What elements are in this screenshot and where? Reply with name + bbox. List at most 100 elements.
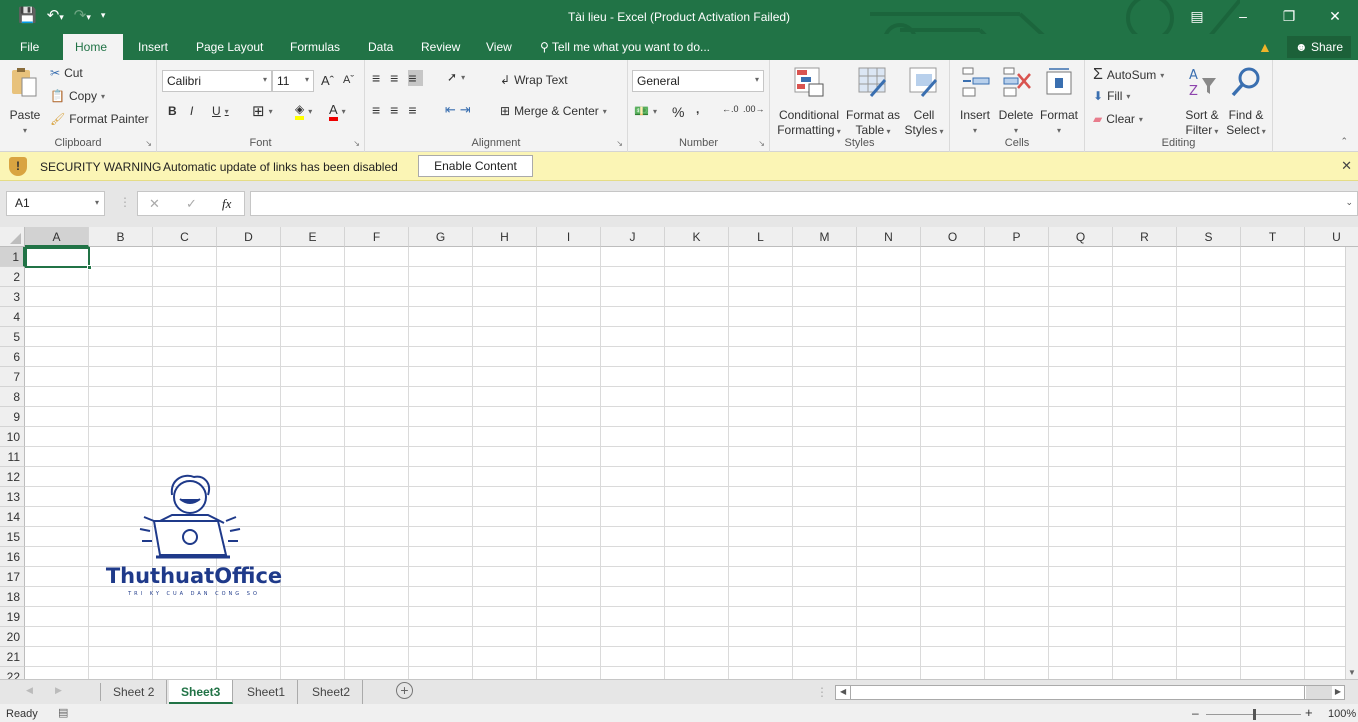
tab-formulas[interactable]: Formulas bbox=[280, 34, 350, 60]
italic-button[interactable]: I bbox=[190, 104, 193, 118]
tab-splitter[interactable]: ⋮ bbox=[816, 685, 828, 699]
tab-review[interactable]: Review bbox=[411, 34, 470, 60]
number-format-dropdown[interactable]: General ▾ bbox=[632, 70, 764, 92]
column-header-f[interactable]: F bbox=[345, 227, 409, 247]
minimize-button[interactable]: – bbox=[1220, 0, 1266, 32]
percent-button[interactable]: % bbox=[672, 104, 684, 120]
font-name-dropdown[interactable]: Calibri ▾ bbox=[162, 70, 272, 92]
orientation-button[interactable]: ➚ ▾ bbox=[447, 70, 465, 84]
column-header-d[interactable]: D bbox=[217, 227, 281, 247]
fill-button[interactable]: ⬇ Fill ▾ bbox=[1093, 89, 1130, 103]
dialog-launcher-icon[interactable]: ↘ bbox=[145, 139, 152, 148]
enter-icon[interactable]: ✓ bbox=[186, 196, 197, 212]
wrap-text-button[interactable]: ↲ Wrap Text bbox=[500, 73, 568, 87]
scroll-sheets-left-icon[interactable]: ◀ bbox=[26, 685, 33, 696]
row-header-12[interactable]: 12 bbox=[0, 467, 25, 487]
column-header-c[interactable]: C bbox=[153, 227, 217, 247]
format-as-table-button[interactable]: Format as Table ▾ bbox=[844, 66, 902, 139]
zoom-out-button[interactable]: – bbox=[1192, 706, 1199, 720]
column-header-u[interactable]: U bbox=[1305, 227, 1358, 247]
row-header-16[interactable]: 16 bbox=[0, 547, 25, 567]
column-header-n[interactable]: N bbox=[857, 227, 921, 247]
column-header-s[interactable]: S bbox=[1177, 227, 1241, 247]
column-header-j[interactable]: J bbox=[601, 227, 665, 247]
row-header-22[interactable]: 22 bbox=[0, 667, 25, 679]
column-header-h[interactable]: H bbox=[473, 227, 537, 247]
fill-color-button[interactable]: ◈ ▾ bbox=[295, 102, 312, 120]
row-header-19[interactable]: 19 bbox=[0, 607, 25, 627]
row-header-2[interactable]: 2 bbox=[0, 267, 25, 287]
dialog-launcher-icon[interactable]: ↘ bbox=[616, 139, 623, 148]
indent-buttons[interactable]: ⇤ ⇥ bbox=[445, 102, 471, 118]
column-header-l[interactable]: L bbox=[729, 227, 793, 247]
warning-icon[interactable]: ▲ bbox=[1258, 39, 1272, 55]
tab-data[interactable]: Data bbox=[358, 34, 403, 60]
tab-insert[interactable]: Insert bbox=[128, 34, 178, 60]
column-header-p[interactable]: P bbox=[985, 227, 1049, 247]
insert-function-icon[interactable]: fx bbox=[222, 196, 231, 212]
increase-font-size-button[interactable]: Aˆ bbox=[321, 73, 334, 88]
vertical-scrollbar[interactable]: ▲ ▼ bbox=[1345, 227, 1358, 679]
horizontal-scroll-thumb[interactable] bbox=[850, 686, 1305, 699]
column-header-q[interactable]: Q bbox=[1049, 227, 1113, 247]
column-header-m[interactable]: M bbox=[793, 227, 857, 247]
decrease-font-size-button[interactable]: Aˇ bbox=[343, 74, 354, 86]
zoom-level[interactable]: 100% bbox=[1328, 708, 1356, 720]
name-box[interactable]: A1 ▾ bbox=[6, 191, 105, 216]
cell-styles-button[interactable]: Cell Styles ▾ bbox=[902, 66, 946, 139]
row-header-5[interactable]: 5 bbox=[0, 327, 25, 347]
new-sheet-button[interactable]: + bbox=[396, 682, 413, 699]
row-header-11[interactable]: 11 bbox=[0, 447, 25, 467]
autosum-button[interactable]: Σ AutoSum ▾ bbox=[1093, 66, 1164, 84]
expand-formula-bar-icon[interactable]: ⌄ bbox=[1345, 197, 1353, 208]
format-painter-button[interactable]: 🖌 Format Painter bbox=[50, 112, 149, 126]
enable-content-button[interactable]: Enable Content bbox=[418, 155, 533, 177]
column-header-r[interactable]: R bbox=[1113, 227, 1177, 247]
comma-button[interactable]: , bbox=[696, 102, 699, 116]
tab-file[interactable]: File bbox=[10, 34, 49, 60]
bold-button[interactable]: B bbox=[168, 104, 177, 118]
sort-filter-button[interactable]: AZ Sort & Filter ▾ bbox=[1181, 66, 1223, 139]
insert-cells-button[interactable]: Insert ▾ bbox=[956, 66, 994, 138]
row-header-14[interactable]: 14 bbox=[0, 507, 25, 527]
sheet-tab-sheet1[interactable]: Sheet1 bbox=[235, 680, 299, 704]
close-warning-icon[interactable]: ✕ bbox=[1341, 158, 1352, 174]
ribbon-display-options-icon[interactable]: ▤ bbox=[1174, 0, 1220, 32]
tab-home[interactable]: Home bbox=[63, 34, 123, 60]
row-header-6[interactable]: 6 bbox=[0, 347, 25, 367]
row-header-9[interactable]: 9 bbox=[0, 407, 25, 427]
conditional-formatting-button[interactable]: Conditional Formatting ▾ bbox=[774, 66, 844, 139]
dialog-launcher-icon[interactable]: ↘ bbox=[353, 139, 360, 148]
column-header-t[interactable]: T bbox=[1241, 227, 1305, 247]
row-header-20[interactable]: 20 bbox=[0, 627, 25, 647]
fill-handle[interactable] bbox=[87, 265, 92, 270]
vertical-align-buttons[interactable]: ≡ ≡ ≡ bbox=[372, 70, 423, 86]
row-header-17[interactable]: 17 bbox=[0, 567, 25, 587]
tell-me-box[interactable]: ⚲ Tell me what you want to do... bbox=[540, 34, 710, 60]
font-size-dropdown[interactable]: 11 ▾ bbox=[272, 70, 314, 92]
delete-cells-button[interactable]: Delete ▾ bbox=[996, 66, 1036, 138]
clear-button[interactable]: ▰ Clear ▾ bbox=[1093, 112, 1143, 126]
decrease-decimal-button[interactable]: .00→ bbox=[743, 104, 765, 114]
horizontal-scrollbar[interactable]: ◀ ▶ bbox=[835, 685, 1345, 700]
row-header-3[interactable]: 3 bbox=[0, 287, 25, 307]
formula-bar-grip[interactable]: ⋮ bbox=[119, 195, 131, 209]
sheet-tab-sheet-2[interactable]: Sheet 2 bbox=[101, 680, 168, 704]
column-header-b[interactable]: B bbox=[89, 227, 153, 247]
zoom-slider-thumb[interactable] bbox=[1252, 709, 1256, 720]
column-header-k[interactable]: K bbox=[665, 227, 729, 247]
zoom-in-button[interactable]: + bbox=[1305, 705, 1313, 720]
cut-button[interactable]: ✂ Cut bbox=[50, 66, 83, 80]
horizontal-align-buttons[interactable]: ≡ ≡ ≡ bbox=[372, 102, 423, 118]
macro-recording-icon[interactable]: ▤ bbox=[58, 706, 68, 719]
selected-cell-a1[interactable] bbox=[25, 247, 92, 270]
column-header-i[interactable]: I bbox=[537, 227, 601, 247]
restore-button[interactable]: ❐ bbox=[1266, 0, 1312, 32]
select-all-corner[interactable] bbox=[0, 227, 25, 247]
share-button[interactable]: ☻ Share bbox=[1287, 36, 1352, 58]
scroll-down-icon[interactable]: ▼ bbox=[1348, 668, 1356, 677]
row-header-7[interactable]: 7 bbox=[0, 367, 25, 387]
accounting-format-button[interactable]: 💵 ▾ bbox=[634, 104, 657, 118]
cancel-icon[interactable]: ✕ bbox=[149, 196, 160, 212]
row-header-1[interactable]: 1 bbox=[0, 247, 25, 267]
